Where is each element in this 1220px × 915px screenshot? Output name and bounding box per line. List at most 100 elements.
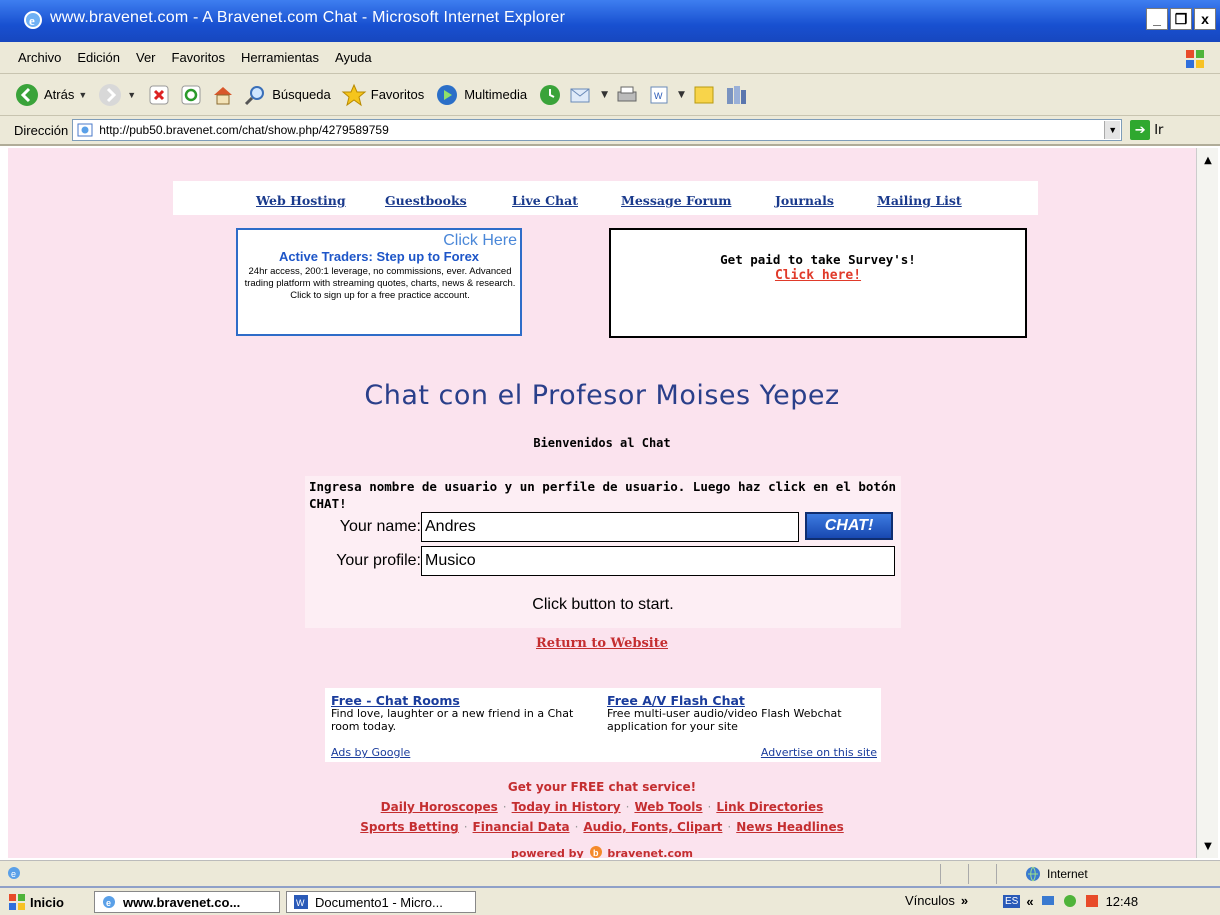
links-label: Vínculos	[905, 893, 955, 908]
start-label: Inicio	[30, 894, 64, 910]
research-icon[interactable]	[723, 82, 749, 108]
scroll-up-icon[interactable]: ▲	[1200, 152, 1216, 168]
instructions-text: Ingresa nombre de usuario y un perfile d…	[309, 479, 896, 511]
footer-link-sports-betting[interactable]: Sports Betting	[360, 820, 458, 834]
nav-mailing-list[interactable]: Mailing List	[877, 193, 962, 208]
nav-web-hosting[interactable]: Web Hosting	[256, 193, 346, 208]
menu-archivo[interactable]: Archivo	[18, 50, 61, 65]
menu-edicion[interactable]: Edición	[77, 50, 120, 65]
forward-button[interactable]: ▼	[97, 82, 136, 108]
language-indicator[interactable]: ES	[1003, 894, 1021, 908]
mail-dropdown-icon[interactable]: ▼	[601, 90, 608, 100]
footer-link-today-in-history[interactable]: Today in History	[512, 800, 621, 814]
restore-button[interactable]: ❐	[1170, 8, 1192, 30]
nav-guestbooks[interactable]: Guestbooks	[385, 193, 467, 208]
go-arrow-icon: ➔	[1130, 120, 1151, 140]
vertical-scrollbar[interactable]: ▲ ▼	[1196, 148, 1218, 858]
address-dropdown-icon[interactable]: ▼	[1104, 121, 1121, 139]
menu-ver[interactable]: Ver	[136, 50, 156, 65]
footer-link-web-tools[interactable]: Web Tools	[634, 800, 702, 814]
google-ad-1-body: Find love, laughter or a new friend in a…	[331, 707, 574, 733]
favorites-button[interactable]: Favoritos	[341, 82, 424, 108]
powered-by-text: powered by	[511, 847, 584, 858]
chat-login-form: Ingresa nombre de usuario y un perfile d…	[305, 476, 901, 628]
advertise-link[interactable]: Advertise on this site	[761, 746, 877, 759]
search-icon	[242, 82, 268, 108]
ie-task-icon: e	[103, 896, 115, 908]
discuss-icon[interactable]	[691, 82, 717, 108]
footer-link-financial-data[interactable]: Financial Data	[473, 820, 570, 834]
footer-link-news-headlines[interactable]: News Headlines	[736, 820, 844, 834]
taskbar-word-window[interactable]: W Documento1 - Micro...	[286, 891, 476, 913]
footer-link-audio-fonts-clipart[interactable]: Audio, Fonts, Clipart	[583, 820, 722, 834]
address-input[interactable]: http://pub50.bravenet.com/chat/show.php/…	[72, 119, 1123, 141]
go-label: Ir	[1154, 122, 1164, 138]
google-ad-2-title[interactable]: Free A/V Flash Chat	[607, 694, 875, 707]
google-ad-2[interactable]: Free A/V Flash Chat Free multi-user audi…	[607, 694, 875, 733]
edit-dropdown-icon[interactable]: ▼	[678, 90, 685, 100]
taskbar-ie-label: www.bravenet.co...	[123, 894, 241, 910]
back-arrow-icon	[14, 82, 40, 108]
volume-tray-icon[interactable]	[1062, 893, 1078, 909]
footer-separator: ·	[574, 820, 579, 834]
footer-link-link-directories[interactable]: Link Directories	[716, 800, 823, 814]
menu-favoritos[interactable]: Favoritos	[172, 50, 225, 65]
network-tray-icon[interactable]	[1040, 893, 1056, 909]
back-dropdown-icon[interactable]: ▼	[78, 90, 87, 100]
word-edit-icon[interactable]: W	[646, 82, 672, 108]
search-label: Búsqueda	[272, 87, 331, 102]
nav-journals[interactable]: Journals	[775, 193, 834, 208]
taskbar-ie-window[interactable]: e www.bravenet.co...	[94, 891, 280, 913]
google-ad-1[interactable]: Free - Chat Rooms Find love, laughter or…	[331, 694, 599, 733]
svg-text:b: b	[593, 848, 599, 858]
start-button[interactable]: Inicio	[8, 891, 64, 913]
links-toolbar[interactable]: Vínculos »	[905, 893, 968, 908]
menu-herramientas[interactable]: Herramientas	[241, 50, 319, 65]
go-button[interactable]: ➔ Ir	[1130, 120, 1163, 140]
google-ad-1-title[interactable]: Free - Chat Rooms	[331, 694, 599, 707]
scroll-down-icon[interactable]: ▼	[1200, 838, 1216, 854]
antivirus-tray-icon[interactable]	[1084, 893, 1100, 909]
status-divider	[968, 864, 969, 884]
page-content: Web Hosting Guestbooks Live Chat Message…	[8, 148, 1196, 858]
chat-button[interactable]: CHAT!	[805, 512, 893, 540]
svg-text:e: e	[106, 898, 111, 908]
survey-ad-link[interactable]: Click here!	[611, 268, 1025, 283]
window-title-bar[interactable]: e www.bravenet.com - A Bravenet.com Chat…	[0, 0, 1220, 42]
footer-link-daily-horoscopes[interactable]: Daily Horoscopes	[381, 800, 498, 814]
minimize-button[interactable]: _	[1146, 8, 1168, 30]
links-chevron[interactable]: »	[961, 893, 968, 908]
page-icon	[77, 123, 93, 137]
home-icon[interactable]	[210, 82, 236, 108]
forward-dropdown-icon[interactable]: ▼	[127, 90, 136, 100]
mail-icon[interactable]	[569, 82, 595, 108]
search-button[interactable]: Búsqueda	[242, 82, 331, 108]
back-button[interactable]: Atrás ▼	[14, 82, 87, 108]
survey-ad-banner[interactable]: Get paid to take Survey's! Click here!	[609, 228, 1027, 338]
profile-label: Your profile:	[336, 552, 421, 569]
footer-separator: ·	[707, 800, 712, 814]
taskbar-word-label: Documento1 - Micro...	[315, 894, 443, 910]
stop-icon[interactable]	[146, 82, 172, 108]
footer-separator: ·	[727, 820, 732, 834]
name-input[interactable]: Andres	[421, 512, 799, 542]
return-to-website-link[interactable]: Return to Website	[8, 636, 1196, 651]
close-button[interactable]: x	[1194, 8, 1216, 30]
tray-chevron[interactable]: «	[1026, 894, 1033, 909]
svg-text:W: W	[296, 898, 305, 908]
media-button[interactable]: Multimedia	[434, 82, 527, 108]
profile-input[interactable]: Musico	[421, 546, 895, 576]
print-icon[interactable]	[614, 82, 640, 108]
status-bar: e Internet	[0, 860, 1220, 886]
nav-live-chat[interactable]: Live Chat	[512, 193, 578, 208]
address-bar: Dirección http://pub50.bravenet.com/chat…	[0, 116, 1220, 146]
forex-ad-banner[interactable]: Click Here Active Traders: Step up to Fo…	[236, 228, 522, 336]
forex-click-here: Click Here	[443, 232, 517, 249]
ads-by-google-link[interactable]: Ads by Google	[331, 746, 410, 759]
refresh-icon[interactable]	[178, 82, 204, 108]
powered-by-bravenet[interactable]: powered by b bravenet.com	[8, 845, 1196, 858]
zone-label: Internet	[1047, 867, 1088, 881]
history-icon[interactable]	[537, 82, 563, 108]
nav-message-forum[interactable]: Message Forum	[621, 193, 731, 208]
menu-ayuda[interactable]: Ayuda	[335, 50, 372, 65]
